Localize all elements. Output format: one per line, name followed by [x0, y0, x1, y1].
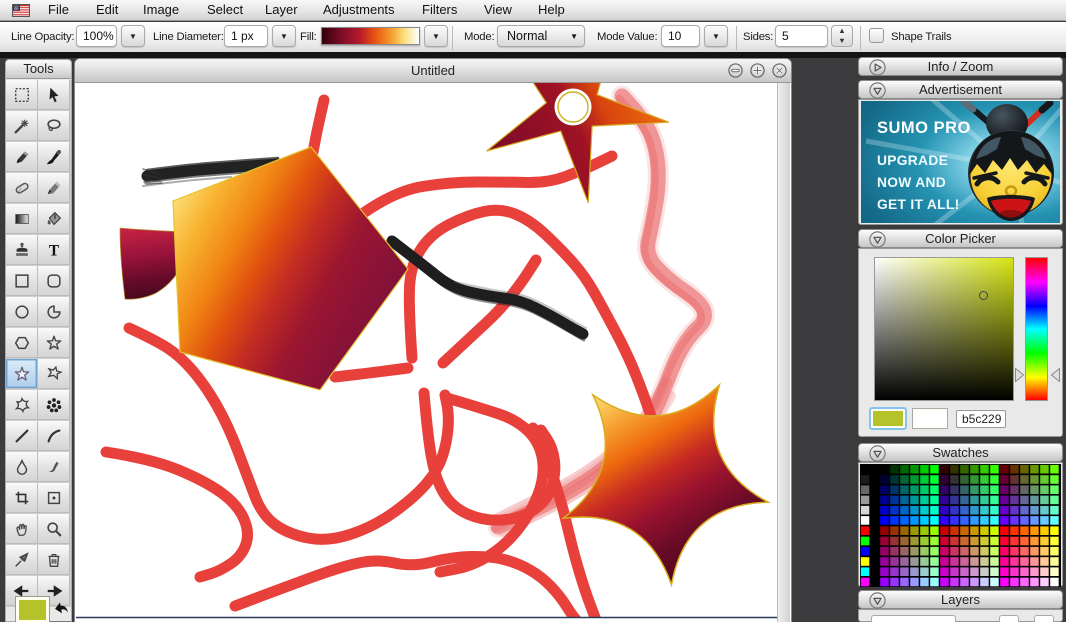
svg-text:SUMO PRO: SUMO PRO: [877, 119, 971, 137]
svg-text:UPGRADE: UPGRADE: [877, 153, 948, 168]
svg-text:NOW AND: NOW AND: [877, 175, 946, 190]
svg-text:T: T: [48, 242, 58, 259]
svg-text:GET IT ALL!: GET IT ALL!: [877, 197, 960, 212]
